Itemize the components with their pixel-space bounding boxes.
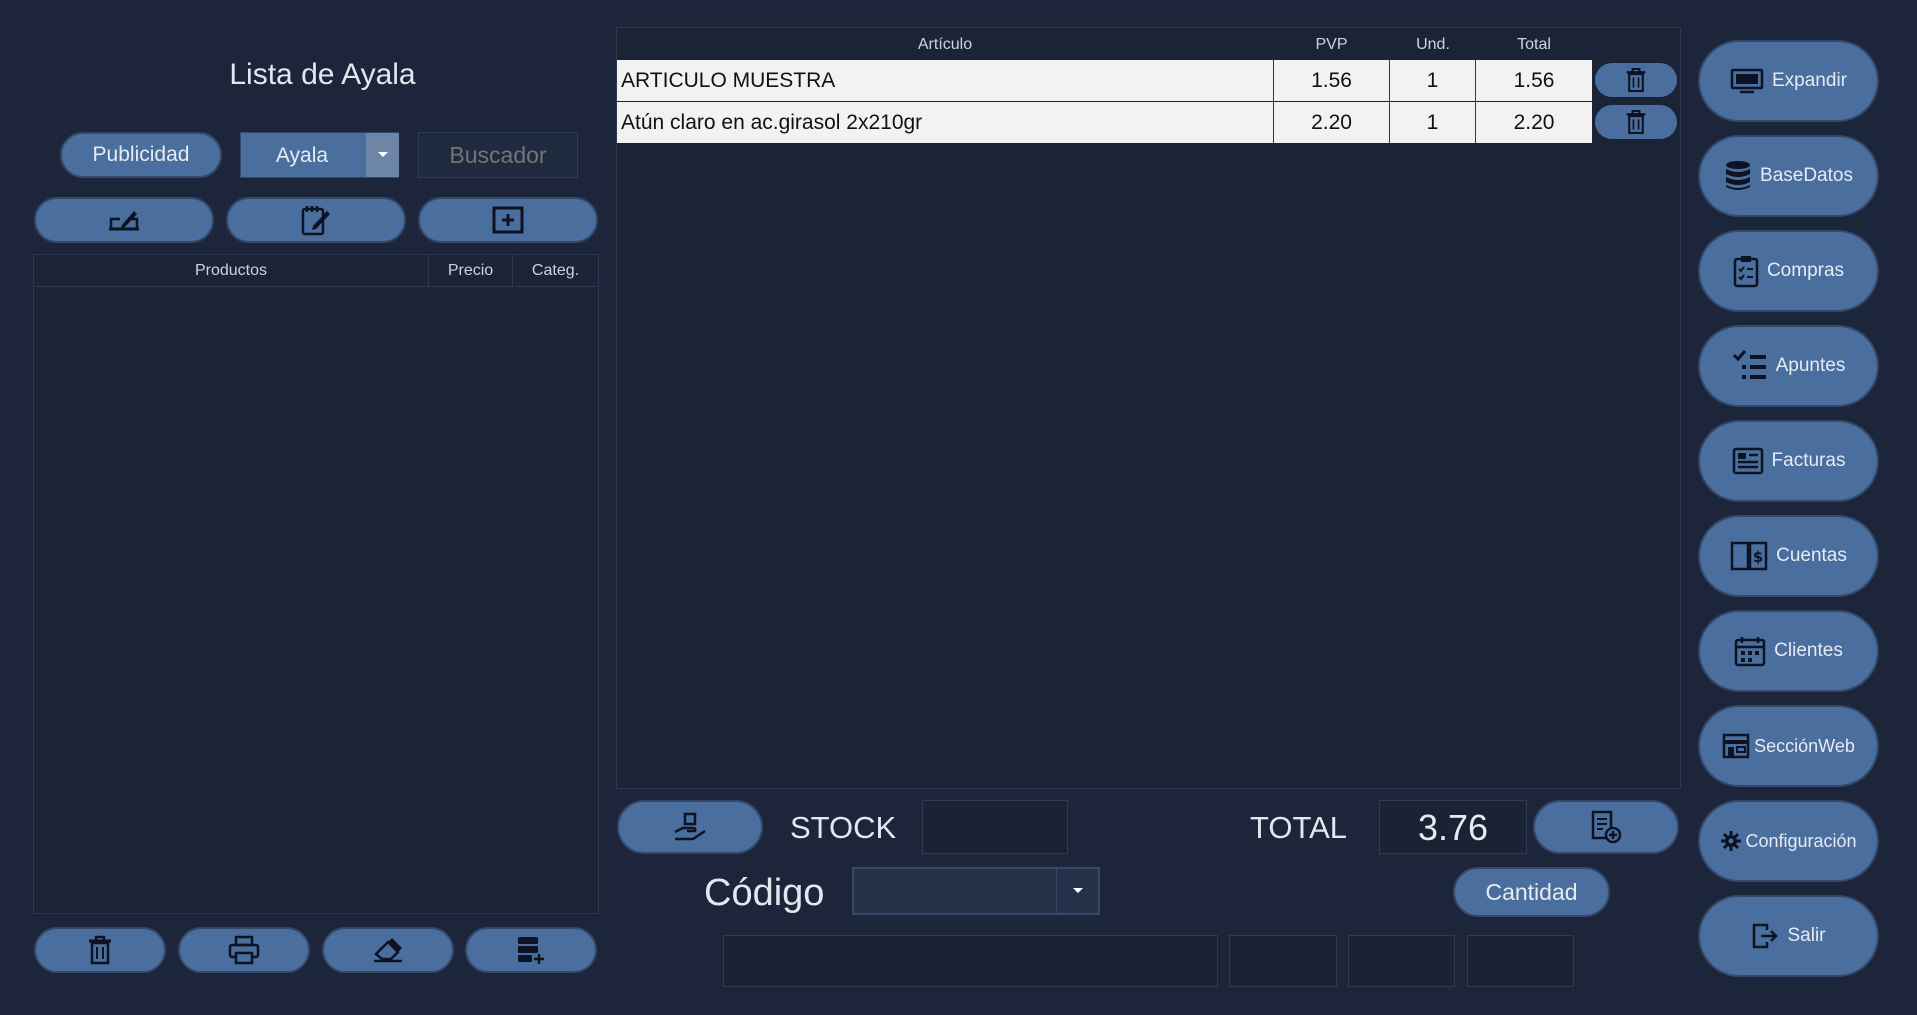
cantidad-label: Cantidad	[1485, 878, 1578, 905]
total-value: 3.76	[1379, 800, 1527, 854]
total-cell: 1.56	[1513, 69, 1555, 92]
sidebar-item-label: SecciónWeb	[1754, 735, 1855, 756]
row-delete-button[interactable]	[1595, 105, 1677, 139]
notes-edit-button[interactable]	[226, 197, 406, 243]
sidebar-item-label: Configuración	[1745, 830, 1857, 851]
sidebar-item-facturas[interactable]: Facturas	[1698, 420, 1879, 502]
articulo-cell: Atún claro en ac.girasol 2x210gr	[617, 102, 1274, 143]
pvp-cell: 1.56	[1274, 60, 1390, 101]
sidebar-item-compras[interactable]: Compras	[1698, 230, 1879, 312]
calendar-icon	[1734, 635, 1766, 667]
sidebar-item-expandir[interactable]: Expandir	[1698, 40, 1879, 122]
sidebar-item-label: Apuntes	[1775, 355, 1846, 376]
list-select[interactable]: Ayala	[240, 132, 399, 178]
list-select-value: Ayala	[275, 144, 329, 167]
sidebar-item-label: Salir	[1787, 925, 1826, 946]
trash-icon	[1625, 67, 1647, 93]
price-column-header[interactable]: Precio	[429, 255, 513, 287]
pvp-cell: 2.20	[1274, 102, 1390, 143]
sidebar-item-clientes[interactable]: Clientes	[1698, 610, 1879, 692]
cart-table[interactable]: Artículo PVP Und. Total ARTICULO MUESTRA…	[616, 27, 1681, 789]
info-field-3[interactable]	[1467, 935, 1574, 987]
und-cell: 1	[1390, 102, 1476, 143]
sidebar-item-label: Cuentas	[1776, 545, 1847, 566]
svg-text:$: $	[1753, 548, 1763, 566]
invoice-icon	[1732, 447, 1764, 475]
info-field-1[interactable]	[1229, 935, 1337, 987]
pvp-column-header[interactable]: PVP	[1273, 28, 1390, 60]
codigo-label: Código	[704, 872, 825, 914]
sidebar-item-label: Clientes	[1774, 640, 1843, 661]
document-add-icon	[1589, 810, 1623, 844]
sidebar-item-salir[interactable]: Salir	[1698, 895, 1879, 977]
add-product-button[interactable]	[418, 197, 598, 243]
monitor-icon	[1730, 68, 1764, 94]
cantidad-button[interactable]: Cantidad	[1453, 867, 1610, 917]
sidebar-item-cuentas[interactable]: $ Cuentas	[1698, 515, 1879, 597]
hand-box-icon	[673, 812, 707, 842]
total-cell: 2.20	[1513, 111, 1555, 134]
add-document-button[interactable]	[1533, 800, 1679, 854]
articulo-column-header[interactable]: Artículo	[617, 28, 1273, 60]
products-grid[interactable]: Productos Precio Categ.	[33, 254, 599, 914]
delete-button[interactable]	[34, 927, 166, 973]
sign-edit-icon	[106, 207, 142, 233]
exit-icon	[1751, 922, 1779, 950]
sidebar-item-configuracion[interactable]: Configuración	[1698, 800, 1879, 882]
checklist-icon	[1732, 349, 1768, 383]
eraser-icon	[372, 937, 404, 963]
sidebar-item-apuntes[interactable]: Apuntes	[1698, 325, 1879, 407]
sidebar-item-label: Facturas	[1771, 450, 1846, 471]
sidebar-item-label: Compras	[1766, 260, 1845, 281]
table-row[interactable]: Atún claro en ac.girasol 2x210gr 2.20 1 …	[617, 102, 1592, 144]
chevron-down-icon[interactable]	[1056, 869, 1098, 913]
codigo-combobox[interactable]	[852, 867, 1100, 915]
description-field[interactable]	[723, 935, 1218, 987]
codigo-value	[860, 869, 1060, 913]
database-add-icon	[516, 935, 546, 965]
und-column-header[interactable]: Und.	[1390, 28, 1476, 60]
clipboard-icon	[1733, 254, 1759, 288]
stock-hand-button[interactable]	[617, 800, 763, 854]
trash-icon	[87, 935, 113, 965]
add-record-button[interactable]	[465, 927, 597, 973]
row-delete-button[interactable]	[1595, 63, 1677, 97]
articulo-cell: ARTICULO MUESTRA	[617, 60, 1274, 101]
total-column-header[interactable]: Total	[1476, 28, 1592, 60]
list-title: Lista de Ayala	[229, 58, 416, 91]
category-column-header[interactable]: Categ.	[513, 255, 598, 287]
publicidad-label: Publicidad	[92, 143, 190, 166]
table-row[interactable]: ARTICULO MUESTRA 1.56 1 1.56	[617, 60, 1592, 102]
stock-label: STOCK	[790, 810, 897, 845]
trash-icon	[1625, 109, 1647, 135]
edit-list-button[interactable]	[34, 197, 214, 243]
notepad-edit-icon	[299, 204, 333, 236]
sidebar-item-label: Expandir	[1772, 70, 1847, 91]
info-field-2[interactable]	[1348, 935, 1455, 987]
print-button[interactable]	[178, 927, 310, 973]
add-box-icon	[491, 206, 525, 234]
clear-button[interactable]	[322, 927, 454, 973]
products-column-header[interactable]: Productos	[34, 255, 429, 287]
accounts-book-icon: $	[1730, 541, 1768, 571]
und-cell: 1	[1390, 60, 1476, 101]
search-input[interactable]	[418, 132, 578, 178]
publicidad-button[interactable]: Publicidad	[60, 132, 222, 178]
chevron-down-icon[interactable]	[366, 133, 399, 177]
printer-icon	[228, 935, 260, 965]
database-icon	[1724, 160, 1752, 192]
sidebar-item-basedatos[interactable]: BaseDatos	[1698, 135, 1879, 217]
sidebar-item-label: BaseDatos	[1760, 165, 1853, 186]
stock-field[interactable]	[922, 800, 1068, 854]
sidebar-item-seccionweb[interactable]: SecciónWeb	[1698, 705, 1879, 787]
web-store-icon	[1722, 733, 1750, 759]
total-label: TOTAL	[1250, 810, 1348, 845]
gears-icon	[1720, 830, 1742, 852]
